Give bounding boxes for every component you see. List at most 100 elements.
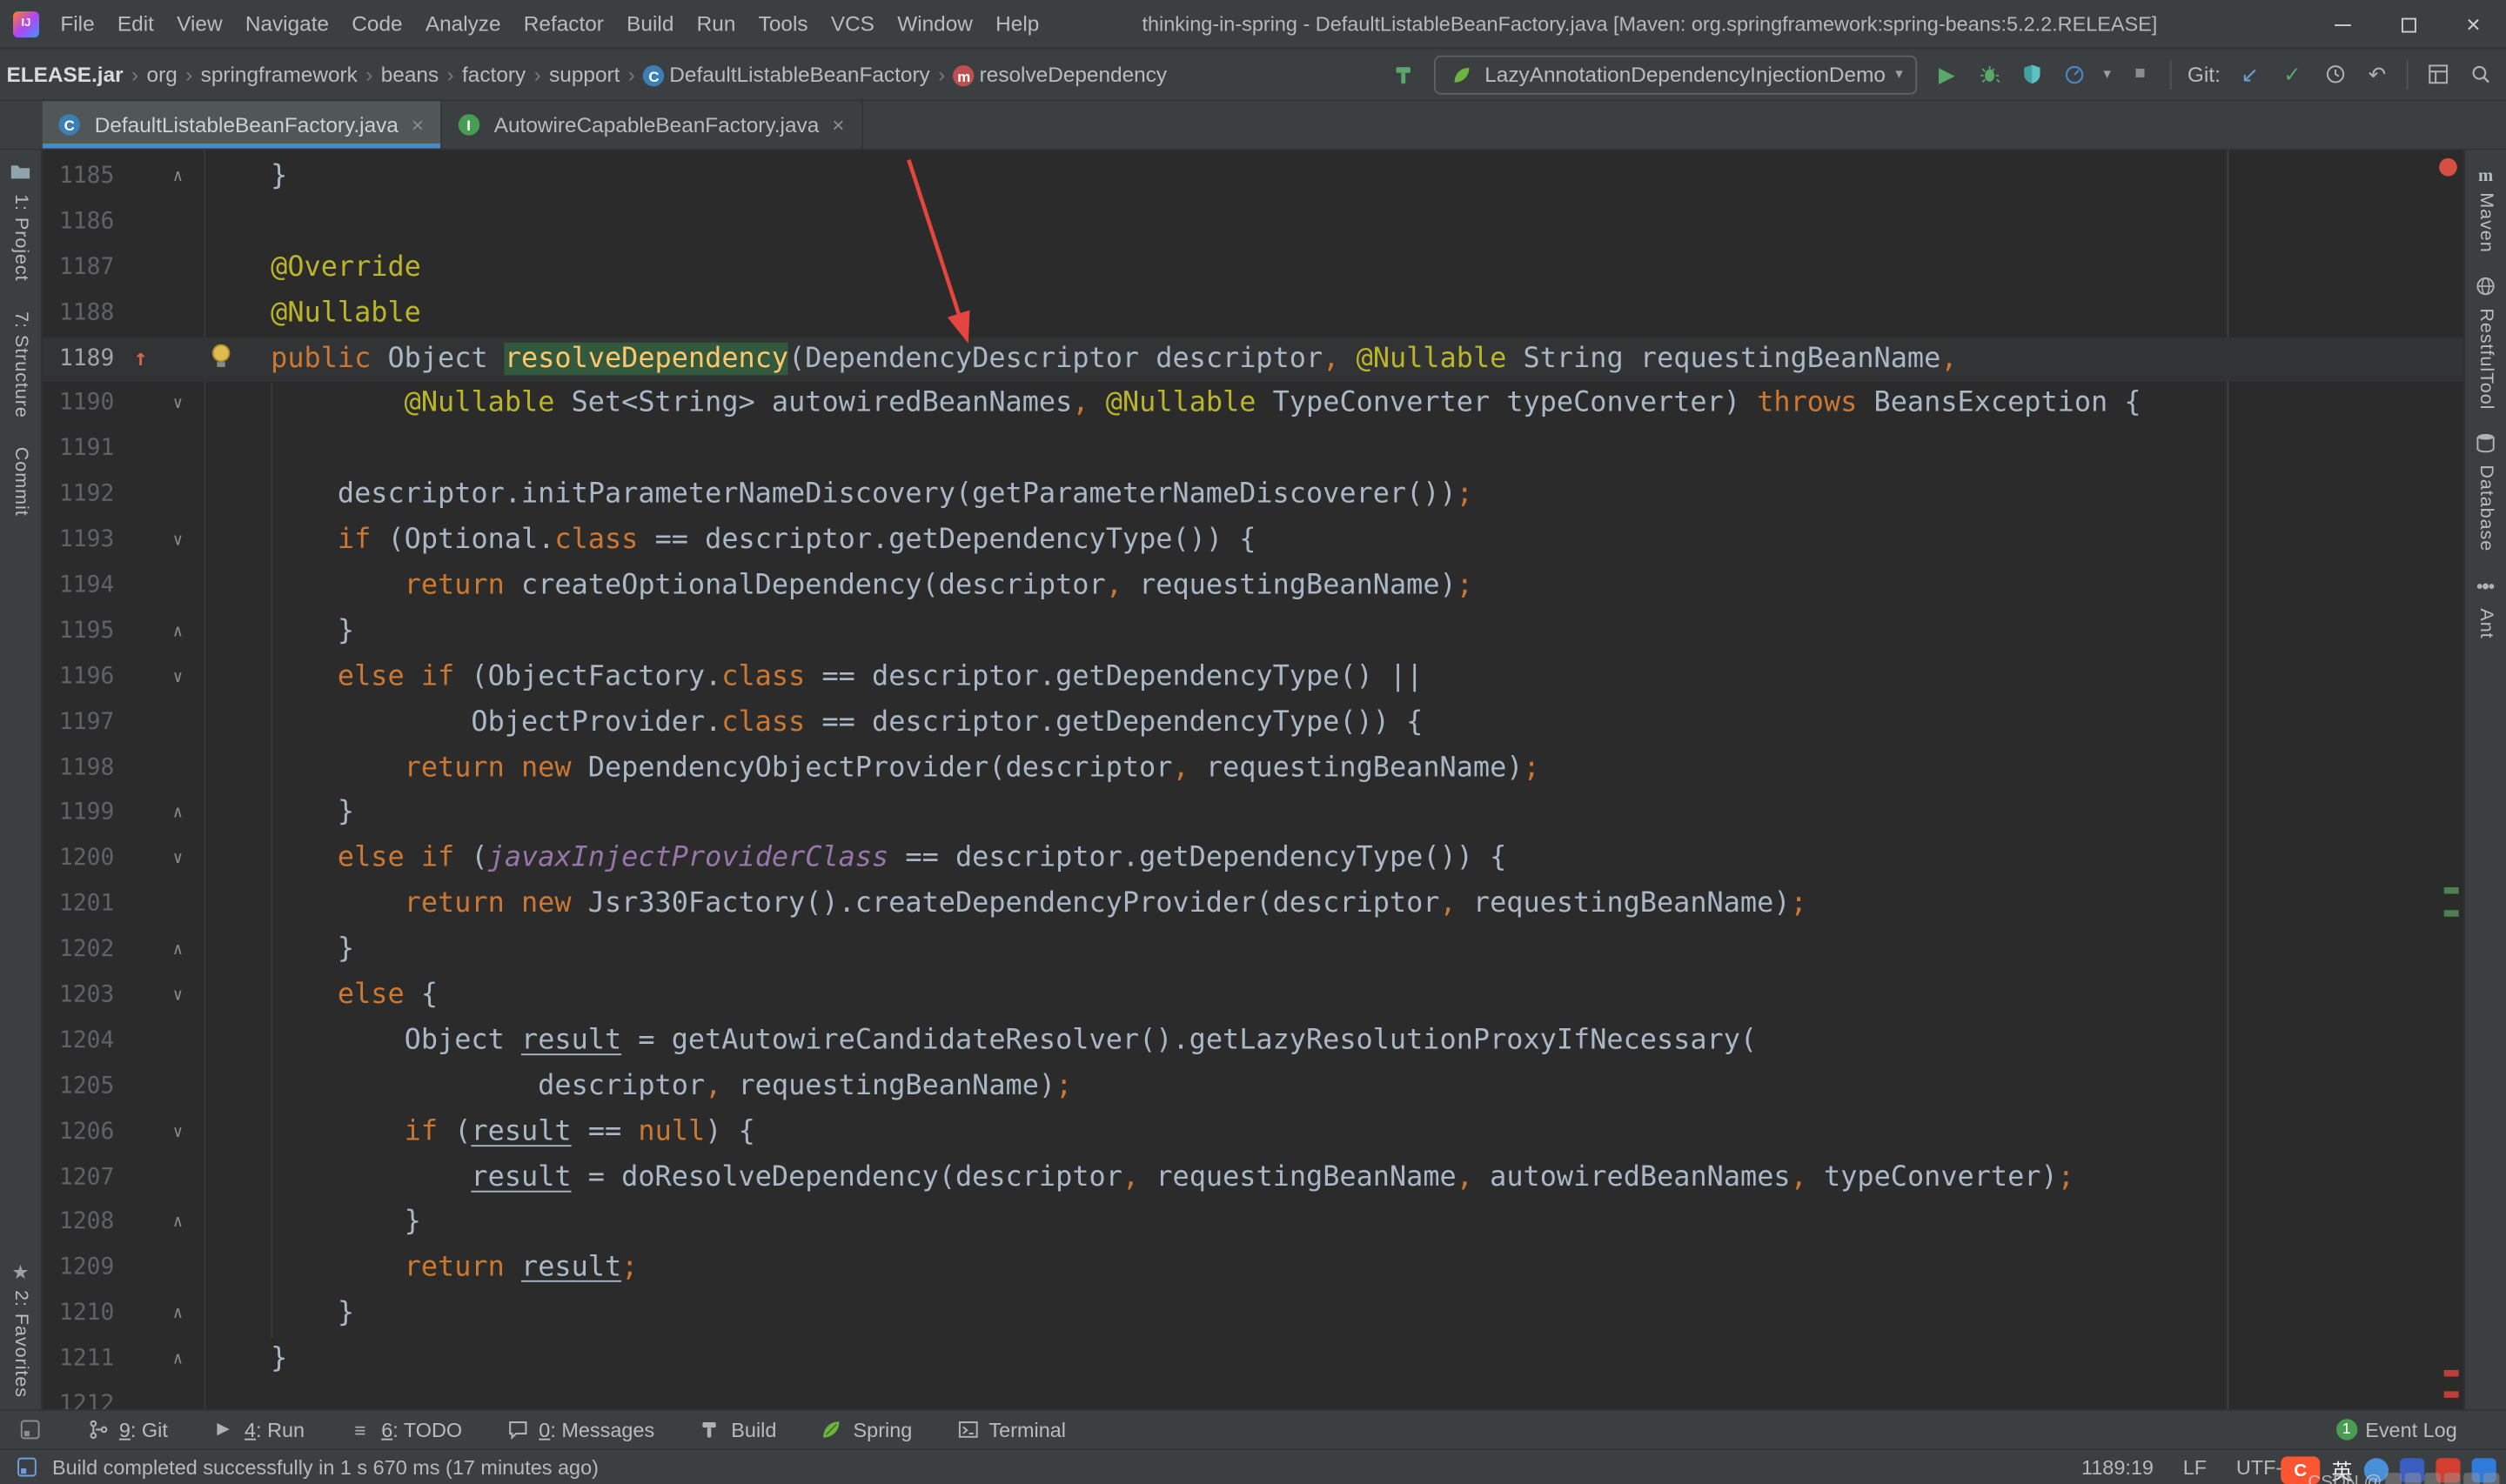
code-line-1192[interactable]: 1192 descriptor.initParameterNameDiscove… (43, 473, 2464, 518)
event-log-button[interactable]: 1 Event Log (2335, 1418, 2457, 1441)
code-text[interactable]: @Nullable (204, 291, 2463, 337)
code-text[interactable]: } (204, 1338, 2463, 1383)
line-number[interactable]: 1192 (43, 473, 114, 518)
code-line-1206[interactable]: 1206 ∨ if (result == null) { (43, 1110, 2464, 1155)
code-line-1210[interactable]: 1210 ∧ } (43, 1292, 2464, 1337)
breadcrumb-item[interactable]: ELEASE.jar (3, 62, 127, 86)
line-number[interactable]: 1212 (43, 1383, 114, 1409)
line-number[interactable]: 1195 (43, 610, 114, 655)
stripe-item-1-project[interactable]: 1: Project (10, 162, 30, 282)
line-number[interactable]: 1186 (43, 200, 114, 245)
fold-marker-icon[interactable]: ∨ (173, 838, 183, 883)
layout-button[interactable] (2424, 61, 2450, 87)
caret-position[interactable]: 1189:19 (2081, 1456, 2154, 1479)
line-ending[interactable]: LF (2183, 1456, 2207, 1479)
code-line-1205[interactable]: 1205 descriptor, requestingBeanName); (43, 1065, 2464, 1110)
code-text[interactable]: } (204, 792, 2463, 837)
search-everywhere-button[interactable] (2467, 61, 2493, 87)
tab-defaultlistablebeanfactory-java[interactable]: C DefaultListableBeanFactory.java × (42, 101, 442, 149)
line-number[interactable]: 1197 (43, 701, 114, 746)
code-line-1198[interactable]: 1198 return new DependencyObjectProvider… (43, 746, 2464, 792)
line-number[interactable]: 1191 (43, 428, 114, 473)
toolwindow-spring[interactable]: Spring (819, 1416, 912, 1442)
line-number[interactable]: 1185 (43, 155, 114, 200)
code-line-1191[interactable]: 1191 (43, 428, 2464, 473)
code-text[interactable]: } (204, 610, 2463, 655)
line-number[interactable]: 1210 (43, 1292, 114, 1337)
toolwindow-6-todo[interactable]: ≡ 6: TODO (347, 1416, 462, 1442)
code-line-1185[interactable]: 1185 ∧ } (43, 155, 2464, 200)
profiler-button[interactable] (2061, 61, 2087, 87)
fold-marker-icon[interactable]: ∧ (173, 1338, 183, 1383)
code-line-1203[interactable]: 1203 ∨ else { (43, 973, 2464, 1019)
vcs-history-button[interactable] (2322, 61, 2348, 87)
fold-marker-icon[interactable]: ∨ (173, 655, 183, 700)
menu-refactor[interactable]: Refactor (513, 10, 615, 35)
code-line-1200[interactable]: 1200 ∨ else if (javaxInjectProviderClass … (43, 838, 2464, 883)
line-number[interactable]: 1187 (43, 246, 114, 291)
code-text[interactable]: result = doResolveDependency(descriptor,… (204, 1156, 2463, 1201)
code-text[interactable]: else if (ObjectFactory.class == descript… (204, 655, 2463, 700)
code-line-1207[interactable]: 1207 result = doResolveDependency(descri… (43, 1156, 2464, 1201)
code-text[interactable]: } (204, 155, 2463, 200)
build-project-icon[interactable] (1391, 61, 1417, 87)
line-number[interactable]: 1209 (43, 1247, 114, 1292)
line-number[interactable]: 1194 (43, 565, 114, 610)
fold-marker-icon[interactable]: ∨ (173, 973, 183, 1019)
code-line-1197[interactable]: 1197 ObjectProvider.class == descriptor.… (43, 701, 2464, 746)
status-window-icon[interactable] (13, 1454, 39, 1481)
menu-window[interactable]: Window (886, 10, 984, 35)
vcs-rollback-button[interactable]: ↶ (2364, 61, 2390, 87)
code-text[interactable]: } (204, 1292, 2463, 1337)
menu-run[interactable]: Run (686, 10, 747, 35)
breadcrumb-item[interactable]: org (144, 62, 181, 86)
fold-marker-icon[interactable]: ∨ (173, 383, 183, 428)
line-number[interactable]: 1188 (43, 291, 114, 337)
fold-marker-icon[interactable]: ∧ (173, 792, 183, 837)
scrollbar-mark[interactable] (2443, 910, 2459, 917)
code-line-1204[interactable]: 1204 Object result = getAutowireCandidat… (43, 1019, 2464, 1065)
code-text[interactable]: ObjectProvider.class == descriptor.getDe… (204, 701, 2463, 746)
run-config-dropdown[interactable]: LazyAnnotationDependencyInjectionDemo ▾ (1434, 54, 1918, 94)
code-text[interactable]: descriptor, requestingBeanName); (204, 1065, 2463, 1110)
code-line-1211[interactable]: 1211 ∧ } (43, 1338, 2464, 1383)
stripe-item-database[interactable]: Database (2475, 433, 2496, 552)
error-indicator-badge[interactable] (2439, 157, 2457, 177)
breadcrumb-item[interactable]: factory (459, 62, 529, 86)
vcs-commit-button[interactable]: ✓ (2279, 61, 2305, 87)
line-number[interactable]: 1203 (43, 973, 114, 1019)
debug-button[interactable] (1976, 61, 2002, 87)
code-line-1209[interactable]: 1209 return result; (43, 1247, 2464, 1292)
code-line-1188[interactable]: 1188 @Nullable (43, 291, 2464, 337)
code-text[interactable]: descriptor.initParameterNameDiscovery(ge… (204, 473, 2463, 518)
menu-code[interactable]: Code (340, 10, 414, 35)
code-line-1187[interactable]: 1187 @Override (43, 246, 2464, 291)
menu-edit[interactable]: Edit (106, 10, 165, 35)
line-number[interactable]: 1199 (43, 792, 114, 837)
fold-marker-icon[interactable]: ∨ (173, 518, 183, 564)
fold-marker-icon[interactable]: ∧ (173, 1292, 183, 1337)
code-text[interactable]: return result; (204, 1247, 2463, 1292)
line-number[interactable]: 1207 (43, 1156, 114, 1201)
close-button[interactable]: × (2441, 0, 2506, 49)
code-text[interactable]: return createOptionalDependency(descript… (204, 565, 2463, 610)
menu-build[interactable]: Build (615, 10, 685, 35)
menu-navigate[interactable]: Navigate (234, 10, 340, 35)
code-line-1193[interactable]: 1193 ∨ if (Optional.class == descriptor.g… (43, 518, 2464, 564)
fold-marker-icon[interactable]: ∨ (173, 1110, 183, 1155)
code-text[interactable]: public Object resolveDependency(Dependen… (204, 337, 2463, 382)
code-line-1186[interactable]: 1186 (43, 200, 2464, 245)
toolwindow-terminal[interactable]: Terminal (955, 1416, 1066, 1442)
tool-windows-icon[interactable] (17, 1416, 43, 1442)
breadcrumb-item[interactable]: C DefaultListableBeanFactory (640, 62, 934, 87)
fold-marker-icon[interactable]: ∧ (173, 928, 183, 973)
code-line-1202[interactable]: 1202 ∧ } (43, 928, 2464, 973)
stripe-item-7-structure[interactable]: 7: Structure (10, 311, 30, 418)
code-text[interactable] (204, 428, 2463, 473)
menu-analyze[interactable]: Analyze (414, 10, 513, 35)
line-number[interactable]: 1193 (43, 518, 114, 564)
breadcrumb-item[interactable]: beans (378, 62, 442, 86)
coverage-button[interactable] (2019, 61, 2045, 87)
toolwindow-0-messages[interactable]: 0: Messages (505, 1416, 654, 1442)
code-editor[interactable]: 1185 ∧ } 1186 1187 @Override 1188 @Nullable… (42, 150, 2464, 1409)
